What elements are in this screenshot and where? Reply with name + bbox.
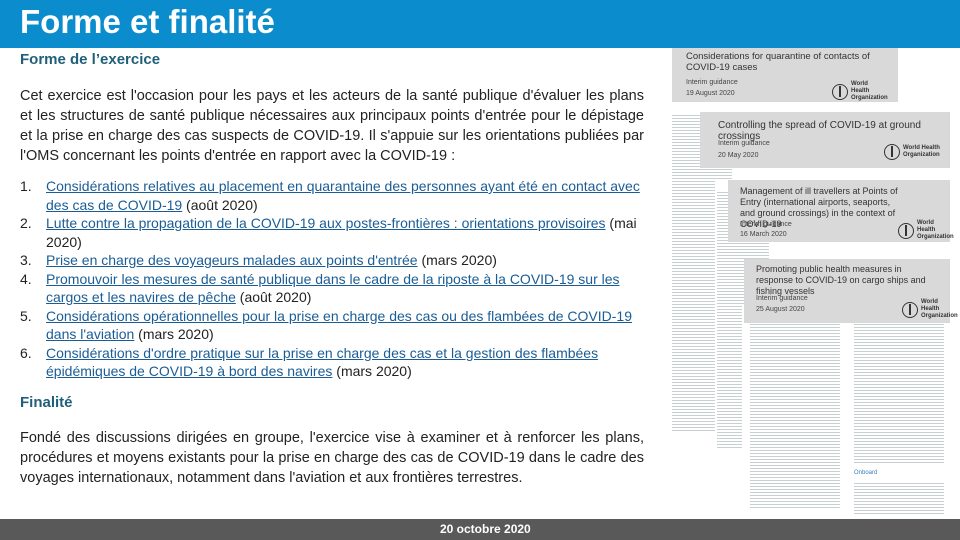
guidance-link[interactable]: Prise en charge des voyageurs malades au…: [46, 252, 418, 268]
doc-cover-quarantine: Considerations for quarantine of contact…: [672, 48, 898, 102]
list-number: 3.: [20, 252, 32, 268]
list-item: 5. Considérations opérationnelles pour la…: [20, 307, 650, 344]
doc-type: Interim guidance: [686, 79, 738, 86]
section-heading-purpose: Finalité: [20, 394, 73, 411]
doc-title: Considerations for quarantine of contact…: [686, 51, 870, 73]
doc-date: 20 May 2020: [718, 152, 759, 159]
guidance-list: 1. Considérations relatives au placement …: [20, 177, 650, 381]
doc-title: Controlling the spread of COVID-19 at gr…: [718, 120, 921, 142]
section-heading-form: Forme de l’exercice: [20, 51, 161, 68]
list-number: 5.: [20, 307, 32, 324]
title-bar: Forme et finalité: [0, 0, 960, 48]
doc-date: 19 August 2020: [686, 90, 735, 97]
list-item: 4. Promouvoir les mesures de santé publiq…: [20, 270, 650, 307]
who-logo: World Health Organization: [902, 299, 958, 320]
doc-cover-ill-travellers: Management of ill travellers at Points o…: [728, 180, 954, 242]
doc-cover-cargo-ships: Promoting public health measures in resp…: [744, 259, 958, 323]
guidance-link[interactable]: Considérations relatives au placement en…: [46, 178, 640, 213]
who-logo: World Health Organization: [832, 81, 888, 102]
who-emblem-icon: [832, 83, 848, 100]
doc-heading: Onboard: [854, 470, 878, 476]
list-number: 6.: [20, 344, 32, 361]
list-date: (août 2020): [235, 289, 312, 305]
doc-page-cargo: Introduction Pre-boarding Onboard: [742, 305, 950, 519]
list-item: 3. Prise en charge des voyageurs malades …: [20, 251, 650, 270]
who-emblem-icon: [902, 301, 918, 318]
purpose-paragraph: Fondé des discussions dirigées en groupe…: [20, 430, 644, 486]
intro-paragraph: Cet exercice est l'occasion pour les pay…: [20, 88, 644, 164]
list-item: 6. Considérations d'ordre pratique sur la…: [20, 344, 650, 381]
doc-type: Interim guidance: [756, 295, 808, 302]
who-logo: World Health Organization: [898, 220, 954, 241]
who-emblem-icon: [884, 144, 900, 160]
guidance-link[interactable]: Lutte contre la propagation de la COVID-…: [46, 215, 606, 231]
who-emblem-icon: [898, 222, 914, 239]
list-date: (mars 2020): [134, 326, 214, 342]
list-number: 1.: [20, 178, 32, 194]
list-date: (août 2020): [182, 196, 258, 213]
who-logo: World Health Organization: [884, 144, 943, 160]
page-title: Forme et finalité: [20, 3, 275, 40]
list-item: 2. Lutte contre la propagation de la COVI…: [20, 214, 650, 251]
list-number: 2.: [20, 215, 32, 231]
list-date: (mars 2020): [332, 363, 412, 379]
doc-title: Promoting public health measures in resp…: [756, 264, 926, 296]
footer-bar: 20 octobre 2020: [0, 519, 960, 540]
guidance-link[interactable]: Considérations d'ordre pratique sur la p…: [46, 345, 598, 380]
doc-date: 16 March 2020: [740, 231, 787, 238]
footer-date: 20 octobre 2020: [440, 522, 531, 536]
list-date: (mars 2020): [417, 252, 497, 268]
list-item: 1. Considérations relatives au placement …: [20, 177, 650, 214]
doc-cover-ground-crossings: Controlling the spread of COVID-19 at gr…: [700, 112, 950, 168]
doc-type: Interim guidance: [740, 221, 792, 228]
list-number: 4.: [20, 270, 32, 287]
doc-type: Interim guidance: [718, 140, 770, 147]
doc-date: 25 August 2020: [756, 306, 805, 313]
guidance-link[interactable]: Promouvoir les mesures de santé publique…: [46, 271, 620, 306]
